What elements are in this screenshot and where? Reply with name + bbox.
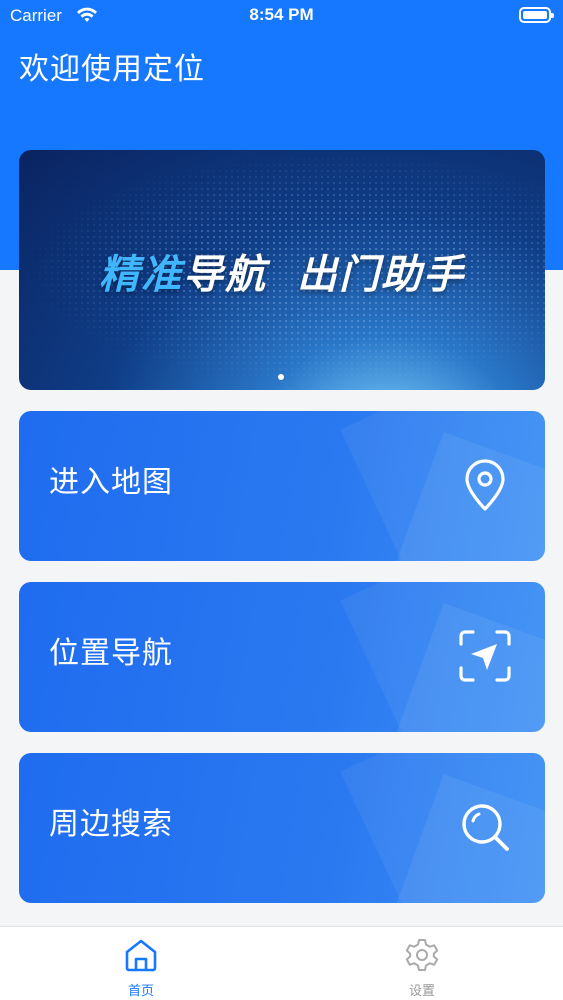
card-label: 周边搜索 <box>49 807 173 842</box>
page-title: 欢迎使用定位 <box>19 52 205 87</box>
home-icon <box>125 939 157 972</box>
banner-slogan-second: 出门助手 <box>297 252 465 298</box>
tab-settings-label: 设置 <box>408 984 435 999</box>
card-label: 进入地图 <box>49 465 173 500</box>
card-label: 位置导航 <box>49 636 173 671</box>
tab-home[interactable]: 首页 <box>101 927 181 1000</box>
gear-icon <box>405 939 439 971</box>
banner-slogan-accent: 精准 <box>99 252 183 298</box>
banner-slogan-rest: 导航 <box>183 252 267 298</box>
location-navigation-card[interactable]: 位置导航 <box>19 582 545 732</box>
banner-slogan: 精准导航 出门助手 <box>19 242 545 300</box>
enter-map-card[interactable]: 进入地图 <box>19 411 545 561</box>
banner-carousel[interactable]: 精准导航 出门助手 <box>19 150 545 390</box>
tab-settings[interactable]: 设置 <box>382 927 462 1000</box>
carousel-page-indicator[interactable] <box>278 374 284 380</box>
tab-bar: 首页 设置 <box>0 926 563 1000</box>
location-pin-icon <box>465 459 505 511</box>
nearby-search-card[interactable]: 周边搜索 <box>19 753 545 903</box>
tab-home-label: 首页 <box>127 984 154 999</box>
battery-icon <box>519 7 554 23</box>
search-icon <box>462 804 509 851</box>
navigation-arrow-icon <box>459 630 511 682</box>
status-bar: Carrier 8:54 PM <box>0 0 563 32</box>
status-time: 8:54 PM <box>249 5 314 24</box>
